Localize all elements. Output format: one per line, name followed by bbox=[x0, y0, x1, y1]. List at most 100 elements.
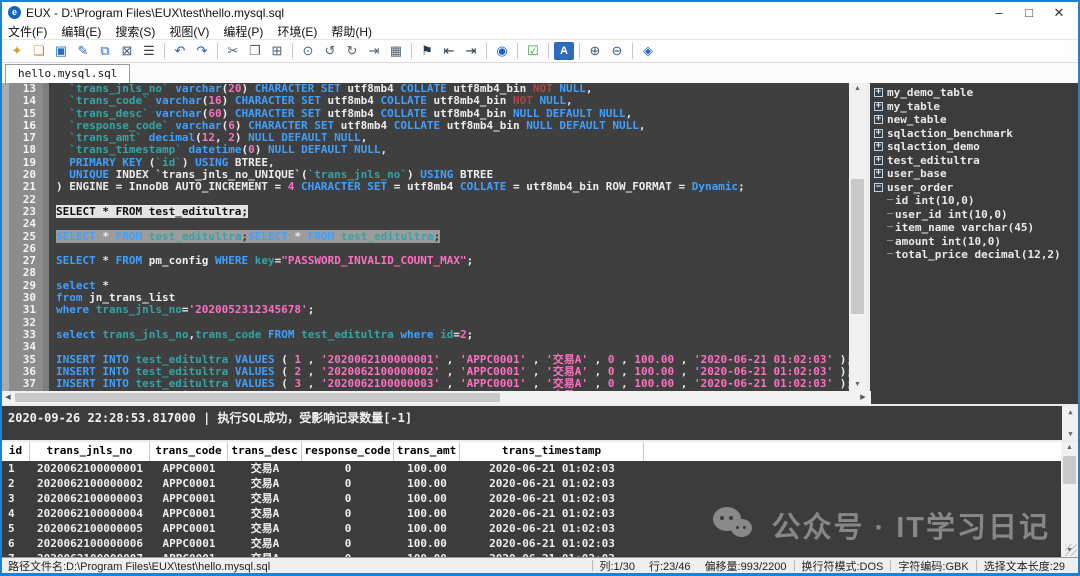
execution-message-bar: 2020-09-26 22:28:53.817000 | 执行SQL成功，受影响… bbox=[2, 404, 1078, 440]
syntax-highlight-icon[interactable]: A bbox=[554, 42, 574, 60]
line-number: 21 bbox=[9, 181, 36, 193]
column-header-trans_code[interactable]: trans_code bbox=[150, 442, 228, 461]
menu-view[interactable]: 视图(V) bbox=[169, 23, 209, 40]
find-next-icon[interactable]: ↻ bbox=[342, 42, 362, 60]
column-header-response_code[interactable]: response_code bbox=[302, 442, 394, 461]
close-button[interactable]: ✕ bbox=[1044, 5, 1074, 21]
expand-toggle-icon[interactable]: + bbox=[874, 129, 883, 138]
open-file-icon[interactable]: ❏ bbox=[29, 42, 49, 60]
expand-toggle-icon[interactable]: + bbox=[874, 102, 883, 111]
toolbar-separator bbox=[632, 43, 633, 59]
expand-toggle-icon[interactable]: − bbox=[874, 183, 883, 192]
scroll-up-icon[interactable]: ▲ bbox=[849, 83, 866, 95]
table-row[interactable]: 42020062100000004APPC0001交易A0100.002020-… bbox=[2, 506, 1061, 521]
menu-edit[interactable]: 编辑(E) bbox=[61, 23, 101, 40]
code-line: SELECT * FROM test_editultra;SELECT * FR… bbox=[56, 231, 849, 243]
copy-icon[interactable]: ❐ bbox=[245, 42, 265, 60]
tree-child-item[interactable]: ─id int(10,0) bbox=[874, 194, 1076, 208]
editor-hscroll-thumb[interactable] bbox=[15, 393, 500, 402]
tab-hello-mysql-sql[interactable]: hello.mysql.sql bbox=[5, 64, 130, 83]
editor-vertical-scrollbar[interactable]: ▲ ▼ bbox=[849, 83, 866, 391]
table-row[interactable]: 32020062100000003APPC0001交易A0100.002020-… bbox=[2, 491, 1061, 506]
table-row[interactable]: 52020062100000005APPC0001交易A0100.002020-… bbox=[2, 521, 1061, 536]
grid-vscroll-thumb[interactable] bbox=[1063, 456, 1076, 484]
result-grid[interactable]: idtrans_jnls_notrans_codetrans_descrespo… bbox=[2, 442, 1061, 557]
tree-item-sqlaction_benchmark[interactable]: +sqlaction_benchmark bbox=[874, 127, 1076, 141]
column-header-trans_jnls_no[interactable]: trans_jnls_no bbox=[30, 442, 150, 461]
table-row[interactable]: 62020062100000006APPC0001交易A0100.002020-… bbox=[2, 536, 1061, 551]
replace-icon[interactable]: ▦ bbox=[386, 42, 406, 60]
zoom-in-icon[interactable]: ⊕ bbox=[585, 42, 605, 60]
tree-child-item[interactable]: ─amount int(10,0) bbox=[874, 235, 1076, 249]
paste-icon[interactable]: ⊞ bbox=[267, 42, 287, 60]
save-file-icon[interactable]: ▣ bbox=[51, 42, 71, 60]
line-number: 24 bbox=[9, 218, 36, 230]
navigate-back-icon[interactable]: ◉ bbox=[492, 42, 512, 60]
cut-icon[interactable]: ✂ bbox=[223, 42, 243, 60]
table-row[interactable]: 12020062100000001APPC0001交易A0100.002020-… bbox=[2, 461, 1061, 476]
minimize-button[interactable]: – bbox=[984, 5, 1014, 21]
scroll-up-icon[interactable]: ▲ bbox=[1061, 442, 1078, 454]
todo-list-icon[interactable]: ☑ bbox=[523, 42, 543, 60]
tree-item-my_table[interactable]: +my_table bbox=[874, 100, 1076, 114]
line-number-gutter: 1314151617181920212223242526272829303132… bbox=[9, 83, 49, 391]
column-header-trans_timestamp[interactable]: trans_timestamp bbox=[460, 442, 644, 461]
new-file-icon[interactable]: ✦ bbox=[7, 42, 27, 60]
find-previous-icon[interactable]: ↺ bbox=[320, 42, 340, 60]
tree-child-item[interactable]: ─user_id int(10,0) bbox=[874, 208, 1076, 222]
line-list-icon[interactable]: ☰ bbox=[139, 42, 159, 60]
close-file-icon[interactable]: ⊠ bbox=[117, 42, 137, 60]
tree-item-sqlaction_demo[interactable]: +sqlaction_demo bbox=[874, 140, 1076, 154]
expand-toggle-icon[interactable]: + bbox=[874, 115, 883, 124]
expand-toggle-icon[interactable]: + bbox=[874, 142, 883, 151]
tree-child-item[interactable]: ─item_name varchar(45) bbox=[874, 221, 1076, 235]
scroll-up-icon[interactable]: ▲ bbox=[1062, 406, 1079, 418]
redo-icon[interactable]: ↷ bbox=[192, 42, 212, 60]
scroll-right-icon[interactable]: ▶ bbox=[857, 391, 869, 404]
go-to-line-icon[interactable]: ⇥ bbox=[364, 42, 384, 60]
help-about-icon[interactable]: ◈ bbox=[638, 42, 658, 60]
resize-grip[interactable] bbox=[1065, 544, 1077, 556]
menu-help[interactable]: 帮助(H) bbox=[331, 23, 372, 40]
menu-program[interactable]: 编程(P) bbox=[223, 23, 263, 40]
previous-bookmark-icon[interactable]: ⇤ bbox=[439, 42, 459, 60]
column-header-trans_desc[interactable]: trans_desc bbox=[228, 442, 302, 461]
tree-item-test_editultra[interactable]: +test_editultra bbox=[874, 154, 1076, 168]
expand-toggle-icon[interactable]: + bbox=[874, 169, 883, 178]
grid-vertical-scrollbar[interactable]: ▲ ▼ bbox=[1061, 442, 1078, 557]
tree-item-user_base[interactable]: +user_base bbox=[874, 167, 1076, 181]
grid-body[interactable]: 12020062100000001APPC0001交易A0100.002020-… bbox=[2, 461, 1061, 557]
save-as-icon[interactable]: ✎ bbox=[73, 42, 93, 60]
next-bookmark-icon[interactable]: ⇥ bbox=[461, 42, 481, 60]
menu-file[interactable]: 文件(F) bbox=[8, 23, 47, 40]
line-number: 25 bbox=[9, 231, 36, 243]
menu-environment[interactable]: 环境(E) bbox=[277, 23, 317, 40]
find-icon[interactable]: ⊙ bbox=[298, 42, 318, 60]
expand-toggle-icon[interactable]: + bbox=[874, 88, 883, 97]
message-scrollbar[interactable]: ▲ ▼ bbox=[1062, 406, 1078, 440]
undo-icon[interactable]: ↶ bbox=[170, 42, 190, 60]
table-row[interactable]: 22020062100000002APPC0001交易A0100.002020-… bbox=[2, 476, 1061, 491]
editor-horizontal-scrollbar[interactable]: ◀ ▶ bbox=[2, 391, 871, 404]
scroll-left-icon[interactable]: ◀ bbox=[2, 391, 14, 404]
bookmark-icon[interactable]: ⚑ bbox=[417, 42, 437, 60]
save-all-icon[interactable]: ⧉ bbox=[95, 42, 115, 60]
table-row[interactable]: 72020062100000007APPC0001交易A0100.002020-… bbox=[2, 551, 1061, 557]
tree-item-user_order[interactable]: −user_order bbox=[874, 181, 1076, 195]
scroll-down-icon[interactable]: ▼ bbox=[1062, 428, 1079, 440]
tree-item-new_table[interactable]: +new_table bbox=[874, 113, 1076, 127]
expand-toggle-icon[interactable]: + bbox=[874, 156, 883, 165]
main-area: 1314151617181920212223242526272829303132… bbox=[2, 83, 1078, 391]
tree-item-my_demo_table[interactable]: +my_demo_table bbox=[874, 86, 1076, 100]
zoom-out-icon[interactable]: ⊖ bbox=[607, 42, 627, 60]
menu-search[interactable]: 搜索(S) bbox=[115, 23, 155, 40]
fold-margin bbox=[2, 83, 9, 391]
editor-vscroll-thumb[interactable] bbox=[851, 179, 864, 314]
column-header-id[interactable]: id bbox=[2, 442, 30, 461]
tree-child-item[interactable]: ─total_price decimal(12,2) bbox=[874, 248, 1076, 262]
column-header-trans_amt[interactable]: trans_amt bbox=[394, 442, 460, 461]
maximize-button[interactable]: □ bbox=[1014, 5, 1044, 21]
scroll-down-icon[interactable]: ▼ bbox=[849, 379, 866, 391]
sql-code-editor[interactable]: 1314151617181920212223242526272829303132… bbox=[2, 83, 849, 391]
code-content[interactable]: `trans_jnls_no` varchar(20) CHARACTER SE… bbox=[49, 83, 849, 391]
